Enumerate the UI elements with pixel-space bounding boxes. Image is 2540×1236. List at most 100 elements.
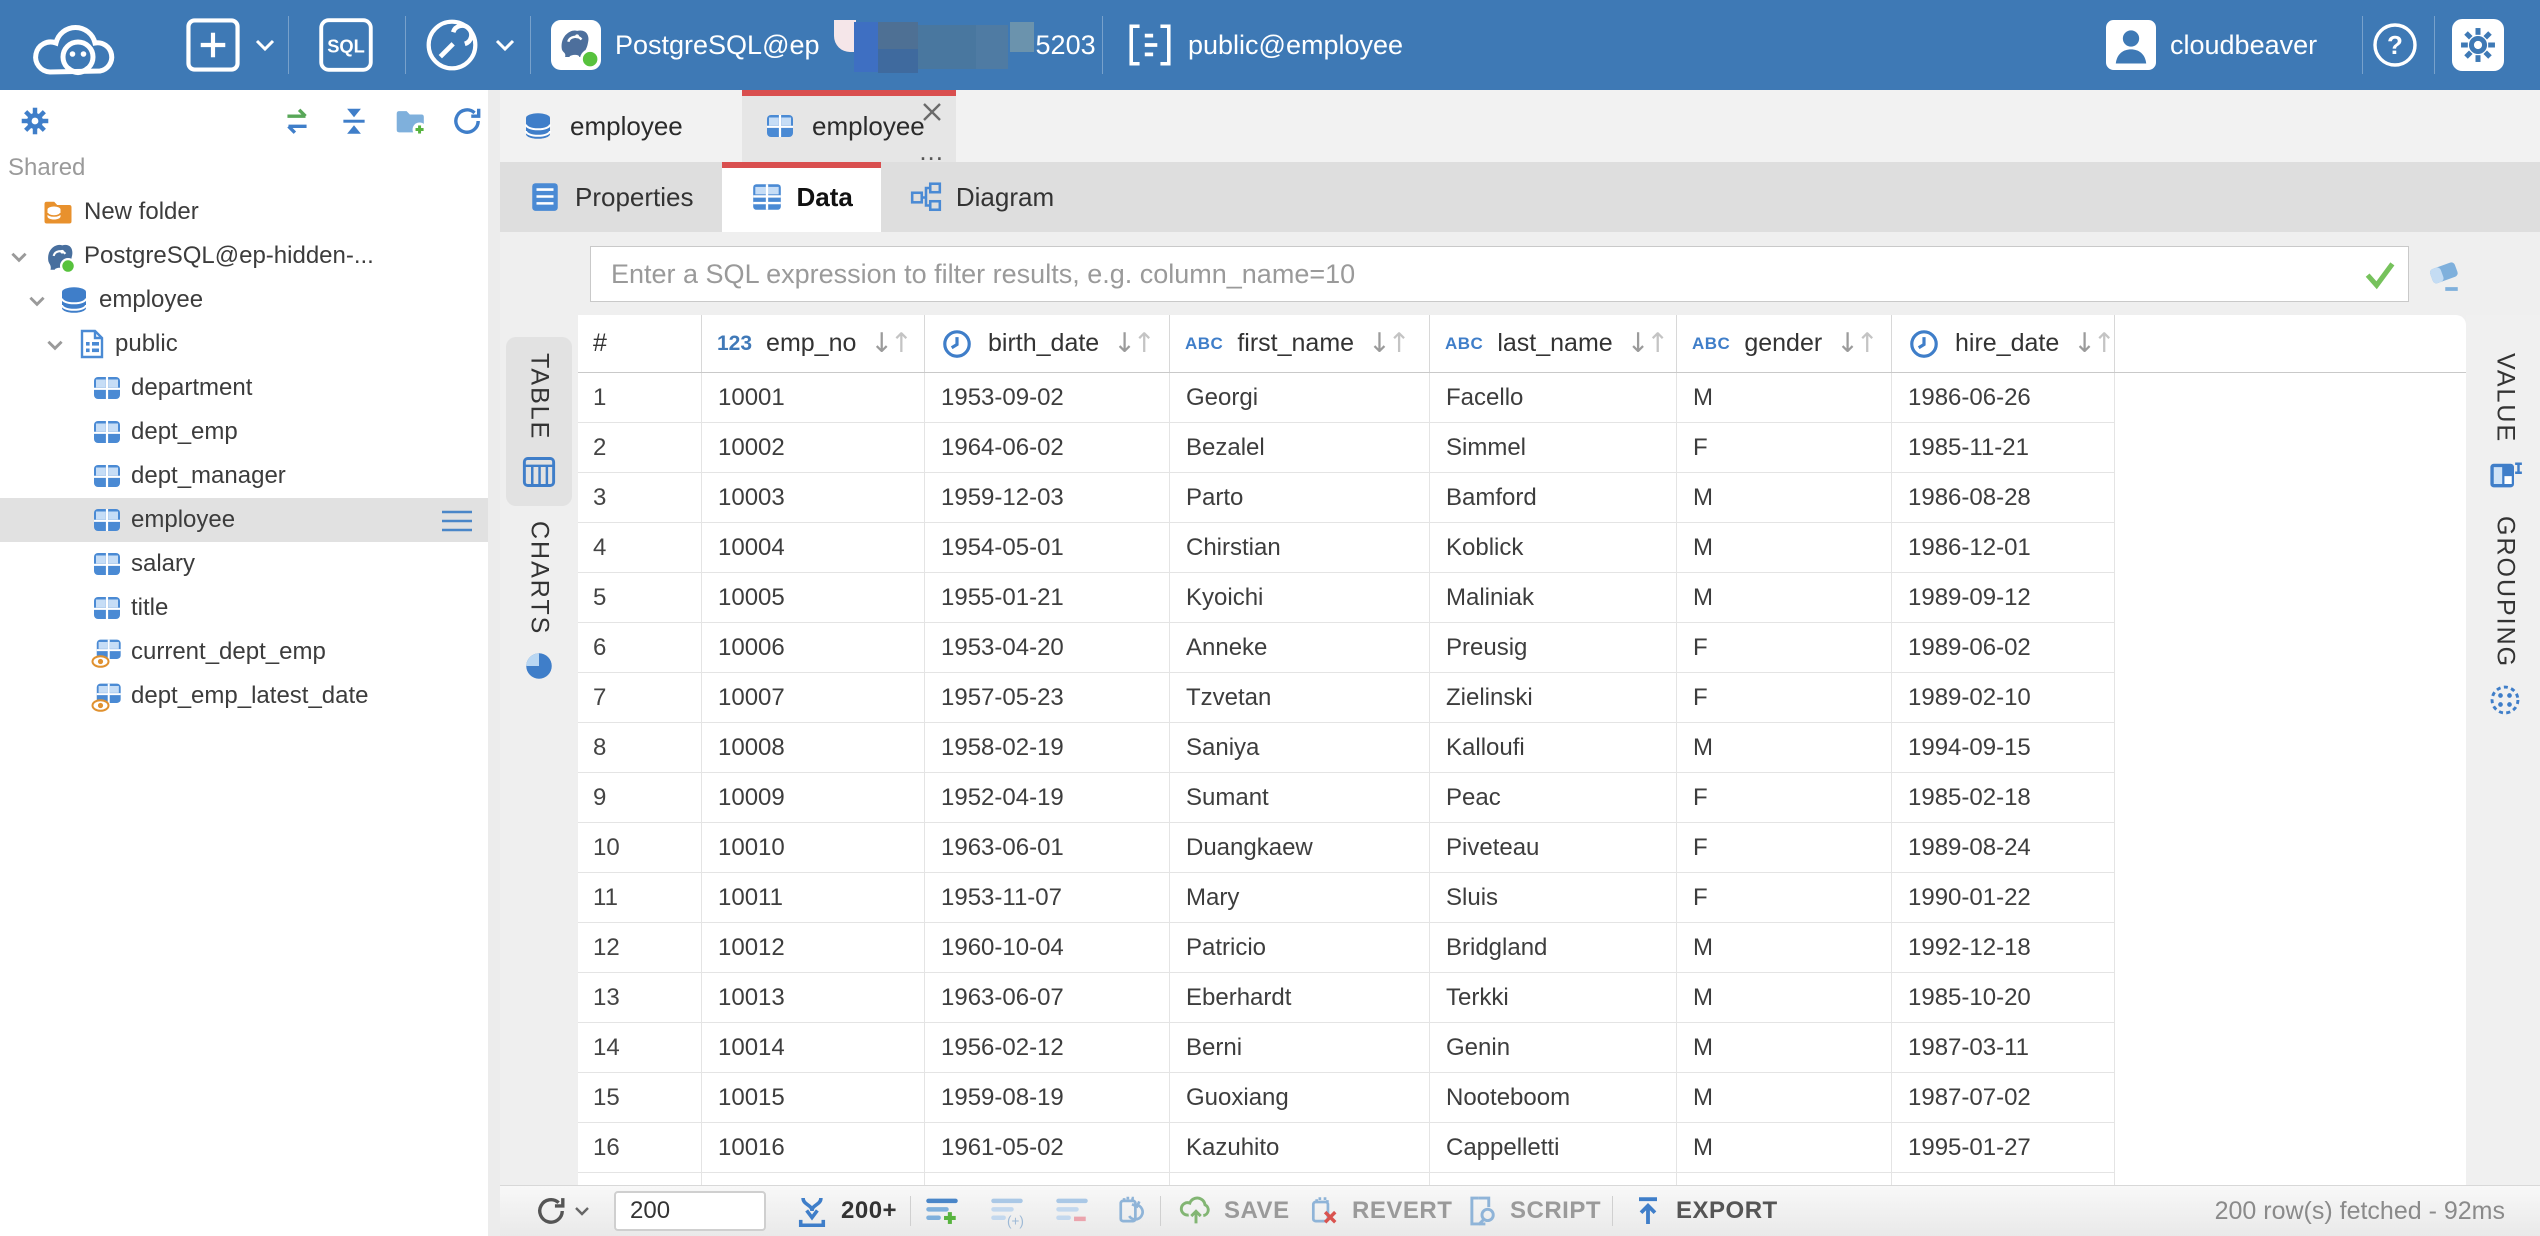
new-object-button[interactable] <box>186 14 276 76</box>
sidebar-splitter[interactable] <box>488 90 500 1236</box>
data-cell[interactable]: 1990-01-22 <box>1892 873 2115 923</box>
data-cell[interactable]: 1987-03-11 <box>1892 1023 2115 1073</box>
data-cell[interactable]: 1957-05-23 <box>925 673 1170 723</box>
data-cell[interactable]: M <box>1677 473 1892 523</box>
data-cell[interactable]: 1952-04-19 <box>925 773 1170 823</box>
rail-tab-CHARTS[interactable]: CHARTS <box>506 505 572 699</box>
settings-button[interactable] <box>2452 14 2504 76</box>
data-cell[interactable]: 1986-08-28 <box>1892 473 2115 523</box>
data-cell[interactable]: 10001 <box>702 373 925 423</box>
data-cell[interactable]: 1963-06-07 <box>925 973 1170 1023</box>
data-cell[interactable]: 1989-06-02 <box>1892 623 2115 673</box>
row-number-cell[interactable]: 13 <box>578 973 702 1023</box>
row-number-cell[interactable]: 10 <box>578 823 702 873</box>
data-cell[interactable]: 1994-09-15 <box>1892 723 2115 773</box>
row-number-cell[interactable]: 14 <box>578 1023 702 1073</box>
data-cell[interactable]: F <box>1677 773 1892 823</box>
data-cell[interactable]: Preusig <box>1430 623 1677 673</box>
data-cell[interactable]: Mary <box>1170 873 1430 923</box>
data-cell[interactable]: Anneke <box>1170 623 1430 673</box>
data-cell[interactable]: 10011 <box>702 873 925 923</box>
data-cell[interactable]: Bridgland <box>1430 923 1677 973</box>
data-cell[interactable]: M <box>1677 573 1892 623</box>
row-number-cell[interactable]: 6 <box>578 623 702 673</box>
reload-button[interactable] <box>533 1186 591 1236</box>
data-cell[interactable]: 1956-02-12 <box>925 1023 1170 1073</box>
refresh-icon[interactable] <box>450 104 486 140</box>
data-cell[interactable]: M <box>1677 1073 1892 1123</box>
data-cell[interactable]: 10013 <box>702 973 925 1023</box>
duplicate-row-button[interactable]: (+) <box>989 1186 1025 1236</box>
data-cell[interactable]: 1959-12-03 <box>925 473 1170 523</box>
data-cell[interactable]: 1989-08-24 <box>1892 823 2115 873</box>
tree-item-public[interactable]: public <box>0 322 488 366</box>
collapse-all-icon[interactable] <box>337 104 373 140</box>
column-header-birth_date[interactable]: birth_date ↓↑ <box>925 315 1170 372</box>
data-cell[interactable]: 10016 <box>702 1123 925 1173</box>
revert-button[interactable]: REVERT <box>1306 1186 1452 1236</box>
data-cell[interactable]: 1955-01-21 <box>925 573 1170 623</box>
chevron-expanded-icon[interactable] <box>26 290 48 312</box>
data-cell[interactable]: 1989-09-12 <box>1892 573 2115 623</box>
data-cell[interactable]: 10006 <box>702 623 925 673</box>
column-header-#[interactable]: # <box>578 315 702 372</box>
script-button[interactable]: SCRIPT <box>1464 1186 1601 1236</box>
data-cell[interactable]: Zielinski <box>1430 673 1677 723</box>
column-header-hire_date[interactable]: hire_date ↓↑ <box>1892 315 2115 372</box>
data-cell[interactable]: 1985-10-20 <box>1892 973 2115 1023</box>
data-cell[interactable]: Maliniak <box>1430 573 1677 623</box>
data-cell[interactable]: Kazuhito <box>1170 1123 1430 1173</box>
data-cell[interactable]: Tzvetan <box>1170 673 1430 723</box>
chevron-expanded-icon[interactable] <box>44 334 66 356</box>
gear-icon[interactable] <box>18 104 54 140</box>
close-tab-icon[interactable] <box>920 100 944 124</box>
row-number-cell[interactable]: 3 <box>578 473 702 523</box>
driver-tools-button[interactable] <box>424 14 516 76</box>
rail-tab-TABLE[interactable]: TABLE <box>506 337 572 506</box>
data-cell[interactable]: 1986-12-01 <box>1892 523 2115 573</box>
tree-item-title[interactable]: title <box>0 586 488 630</box>
data-cell[interactable]: Saniya <box>1170 723 1430 773</box>
filter-apply-icon[interactable] <box>2352 247 2408 301</box>
user-menu[interactable]: cloudbeaver <box>2106 14 2317 76</box>
data-cell[interactable]: Guoxiang <box>1170 1073 1430 1123</box>
connection-selector[interactable]: PostgreSQL@ep 5203 <box>551 14 1096 76</box>
tree-item-employee[interactable]: employee <box>0 498 488 542</box>
row-number-cell[interactable]: 15 <box>578 1073 702 1123</box>
data-cell[interactable] <box>1170 1173 1430 1185</box>
fetch-more-button[interactable]: 200+ <box>793 1186 897 1236</box>
data-cell[interactable]: M <box>1677 923 1892 973</box>
data-cell[interactable]: Berni <box>1170 1023 1430 1073</box>
column-header-gender[interactable]: ABC gender ↓↑ <box>1677 315 1892 372</box>
row-number-cell[interactable]: 11 <box>578 873 702 923</box>
data-cell[interactable]: 1959-08-19 <box>925 1073 1170 1123</box>
data-cell[interactable]: M <box>1677 373 1892 423</box>
data-cell[interactable]: F <box>1677 673 1892 723</box>
row-number-cell[interactable]: 2 <box>578 423 702 473</box>
data-cell[interactable]: 1985-11-21 <box>1892 423 2115 473</box>
data-cell[interactable]: 1953-04-20 <box>925 623 1170 673</box>
sort-arrows-icon[interactable]: ↓↑ <box>2073 328 2112 359</box>
row-number-cell[interactable]: 4 <box>578 523 702 573</box>
tree-item-department[interactable]: department <box>0 366 488 410</box>
data-cell[interactable]: Eberhardt <box>1170 973 1430 1023</box>
tree-item-salary[interactable]: salary <box>0 542 488 586</box>
data-cell[interactable]: Facello <box>1430 373 1677 423</box>
data-cell[interactable]: 10003 <box>702 473 925 523</box>
data-cell[interactable]: 10008 <box>702 723 925 773</box>
data-cell[interactable]: 1985-02-18 <box>1892 773 2115 823</box>
schema-selector[interactable]: public@employee <box>1126 14 1403 76</box>
help-button[interactable]: ? <box>2372 14 2418 76</box>
data-cell[interactable]: F <box>1677 623 1892 673</box>
tree-item-dept_emp_latest_date[interactable]: dept_emp_latest_date <box>0 674 488 718</box>
data-cell[interactable]: Parto <box>1170 473 1430 523</box>
data-cell[interactable]: 1953-09-02 <box>925 373 1170 423</box>
data-cell[interactable]: F <box>1677 423 1892 473</box>
data-cell[interactable]: Kalloufi <box>1430 723 1677 773</box>
data-cell[interactable] <box>1677 1173 1892 1185</box>
rail-tab-VALUE[interactable]: VALUE <box>2472 337 2538 509</box>
data-cell[interactable]: 1953-11-07 <box>925 873 1170 923</box>
sort-arrows-icon[interactable]: ↓↑ <box>1627 328 1666 359</box>
data-cell[interactable]: 10007 <box>702 673 925 723</box>
sort-arrows-icon[interactable]: ↓↑ <box>1368 328 1407 359</box>
